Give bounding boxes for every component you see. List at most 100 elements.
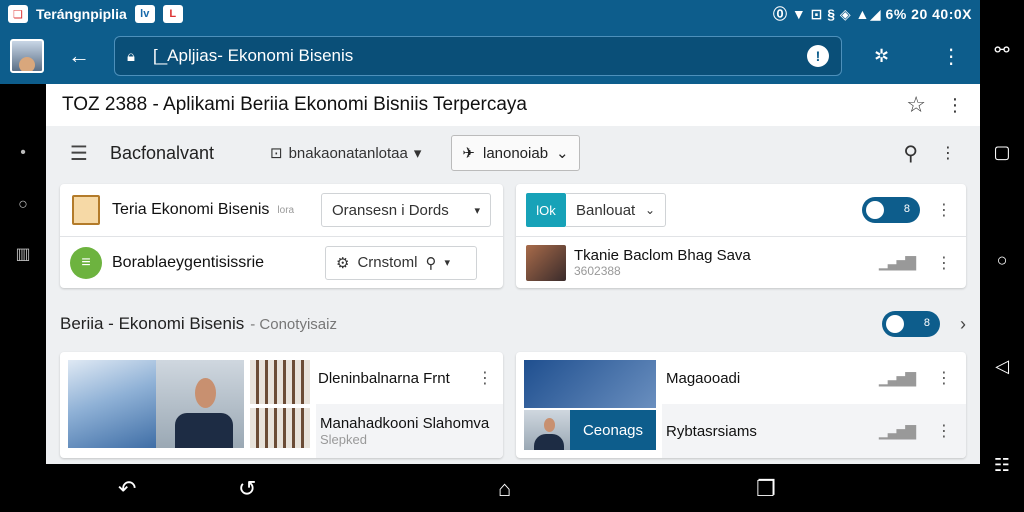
hamburger-icon[interactable]: ☰ [70, 141, 88, 166]
right-card: lOk Banlouat ⌄ 8 ⋮ Tkanie Baclom Bhag Sa… [516, 184, 966, 288]
chevron-down-icon: ⌄ [556, 145, 569, 162]
grid-menu-icon[interactable]: ☷ [980, 455, 1024, 476]
screen: ❏ Terángnpiplia lv L ⓪ ▼ ⊡ § ◈ ▲◢ 6% 20 … [0, 0, 1024, 512]
circle-icon[interactable]: ○ [0, 196, 46, 214]
toolbar-home-label[interactable]: Bacfonalvant [110, 143, 214, 164]
recents-icon[interactable]: ▢ [980, 142, 1024, 163]
status-indicators: ⓪ ▼ ⊡ § ◈ ▲◢ 6% 20 40:0X [773, 4, 972, 24]
right-card-row-2[interactable]: Tkanie Baclom Bhag Sava 3602388 ▁▃▅▇ ⋮ [516, 237, 966, 288]
right-news-card: Ceonags Magaooadi ▁▃▅▇ ⋮ Rybtasrsiams ▁▃… [516, 352, 966, 458]
page-content: TOZ 2388 - Aplikami Beriia Ekonomi Bisni… [46, 84, 980, 464]
row-menu-dots-icon[interactable]: ⋮ [936, 253, 952, 273]
news-subtitle: 3602388 [574, 264, 621, 278]
toolbar-button[interactable]: ✈ lanonoiab ⌄ [451, 135, 580, 171]
right-card-row-1: lOk Banlouat ⌄ 8 ⋮ [516, 184, 966, 236]
chevron-down-icon: ⌄ [644, 203, 655, 217]
left-news-card: Dleninbalnarna Frnt ⋮ Manahadkooni Slaho… [60, 352, 503, 458]
link-icon[interactable]: ⚯ [980, 40, 1024, 61]
avatar[interactable] [10, 39, 44, 73]
dropdown-label: bnakaonatanlotaa [288, 144, 408, 162]
menu-dots-icon[interactable]: ⋮ [941, 44, 961, 69]
document-icon [72, 195, 100, 225]
left-card: Teria Ekonomi Bisenis lora Oransesn i Do… [60, 184, 503, 288]
building-image [68, 360, 156, 448]
search-icon[interactable]: ⚲ [903, 141, 918, 166]
select-label-2: Crnstoml [357, 254, 418, 271]
category-badge[interactable]: Ceonags [570, 410, 656, 450]
toggle-knob [866, 201, 884, 219]
row-menu-dots-icon[interactable]: ⋮ [936, 200, 952, 220]
dot-icon: • [20, 144, 26, 161]
back-arrow-icon[interactable]: ← [68, 43, 92, 69]
undo-icon[interactable]: ↶ [118, 476, 136, 502]
url-bar[interactable]: 🔒︎ [_Apljias- Ekonomi Bisenis ! [114, 36, 842, 76]
news-item-title: Dleninbalnarna Frnt [318, 369, 450, 387]
dropdown-box-icon: ⊡ [270, 145, 283, 162]
news-item-title-2: Manahadkooni Slahomva [320, 415, 490, 432]
count-badge: lOk [526, 193, 566, 227]
news-right-item-1[interactable]: Magaooadi ▁▃▅▇ ⋮ [666, 352, 966, 404]
chevron-down-icon: ▾ [444, 257, 450, 269]
app-notification-icon: ❏ [8, 5, 28, 23]
back-triangle-icon[interactable]: ◁ [980, 356, 1024, 377]
news-right-title-2: Rybtasrsiams [666, 422, 757, 440]
news-text: Tkanie Baclom Bhag Sava 3602388 [574, 247, 751, 278]
browser-app-bar: ← 🔒︎ [_Apljias- Ekonomi Bisenis ! ✲ ⋮ [0, 28, 980, 84]
news-item-2[interactable]: Manahadkooni Slahomva Slepked [316, 404, 503, 458]
status-app-name: Terángnpiplia [36, 6, 127, 22]
row-menu-dots-icon[interactable]: ⋮ [477, 368, 493, 388]
row-select-2[interactable]: ⚙ Crnstoml ⚲ ▾ [325, 245, 477, 280]
star-icon[interactable]: ☆ [906, 92, 926, 118]
select-label: Oransesn i Dords [332, 201, 449, 219]
chevron-right-icon[interactable]: › [960, 314, 966, 335]
recents-icon[interactable]: ❐ [756, 476, 776, 502]
notification-icon-2: L [162, 5, 183, 23]
row-menu-dots-icon[interactable]: ⋮ [936, 421, 952, 441]
toggle-knob [886, 315, 904, 333]
chevron-down-icon: ▾ [413, 145, 422, 162]
building-image-3 [250, 408, 310, 448]
building-image-2 [250, 360, 310, 404]
news-item-sub: Slepked [320, 432, 367, 447]
search-icon: ⚲ [425, 254, 437, 272]
section-toggle[interactable]: 8 [882, 311, 940, 337]
info-icon[interactable]: ! [807, 45, 829, 67]
bar-chart-icon: ▁▃▅▇ [878, 422, 916, 439]
left-system-bar: • ○ ▥ [0, 84, 46, 464]
bottom-navigation-bar: ↶ ↺ ⌂ ❐ [0, 464, 980, 512]
status-bar: ❏ Terángnpiplia lv L ⓪ ▼ ⊡ § ◈ ▲◢ 6% 20 … [0, 0, 980, 28]
row-select[interactable]: Oransesn i Dords ▾ [321, 193, 491, 227]
toggle-label: 8 [903, 203, 910, 215]
tool-icon: ✈ [462, 145, 475, 162]
toggle-switch[interactable]: 8 [862, 197, 920, 223]
row-menu-dots-icon[interactable]: ⋮ [936, 368, 952, 388]
home-icon[interactable]: ○ [980, 250, 1024, 271]
page-title: TOZ 2388 - Aplikami Beriia Ekonomi Bisni… [62, 94, 527, 115]
news-right-item-2[interactable]: Rybtasrsiams ▁▃▅▇ ⋮ [662, 404, 966, 458]
page-title-bar: TOZ 2388 - Aplikami Beriia Ekonomi Bisni… [46, 84, 980, 126]
news-right-title: Magaooadi [666, 369, 741, 387]
left-card-row-2[interactable]: ≡ Borablaeygentisissrie ⚙ Crnstoml ⚲ ▾ [60, 237, 503, 288]
news-item-1[interactable]: Dleninbalnarna Frnt ⋮ [318, 352, 503, 404]
toolbar-dropdown[interactable]: ⊡ bnakaonatanlotaa ▾ [270, 144, 422, 163]
back-icon[interactable]: ↺ [238, 476, 256, 502]
news-thumbnail-2 [524, 360, 656, 408]
right-select[interactable]: Banlouat ⌄ [566, 193, 666, 227]
home-icon[interactable]: ⌂ [498, 476, 511, 502]
left-card-row-1[interactable]: Teria Ekonomi Bisenis lora Oransesn i Do… [60, 184, 503, 236]
pause-icon[interactable]: ▥ [0, 244, 46, 264]
bar-chart-icon: ▁▃▅▇ [878, 369, 916, 386]
toolbar-button-label: lanonoiab [482, 144, 549, 162]
row-title-2: Borablaeygentisissrie [112, 253, 265, 271]
toolbar-menu-dots-icon[interactable]: ⋮ [940, 143, 956, 163]
title-menu-dots-icon[interactable]: ⋮ [946, 95, 964, 116]
person-image [156, 360, 244, 448]
toolbar: ☰ Bacfonalvant ⊡ bnakaonatanlotaa ▾ ✈ la… [46, 130, 980, 176]
extension-icon[interactable]: ✲ [874, 46, 889, 67]
row-title: Teria Ekonomi Bisenis [112, 201, 270, 218]
chevron-down-icon: ▾ [474, 204, 480, 217]
row-tag: lora [277, 204, 295, 216]
notification-icon: lv [134, 5, 155, 23]
news-thumbnail [526, 244, 566, 281]
person-thumb [524, 410, 570, 450]
